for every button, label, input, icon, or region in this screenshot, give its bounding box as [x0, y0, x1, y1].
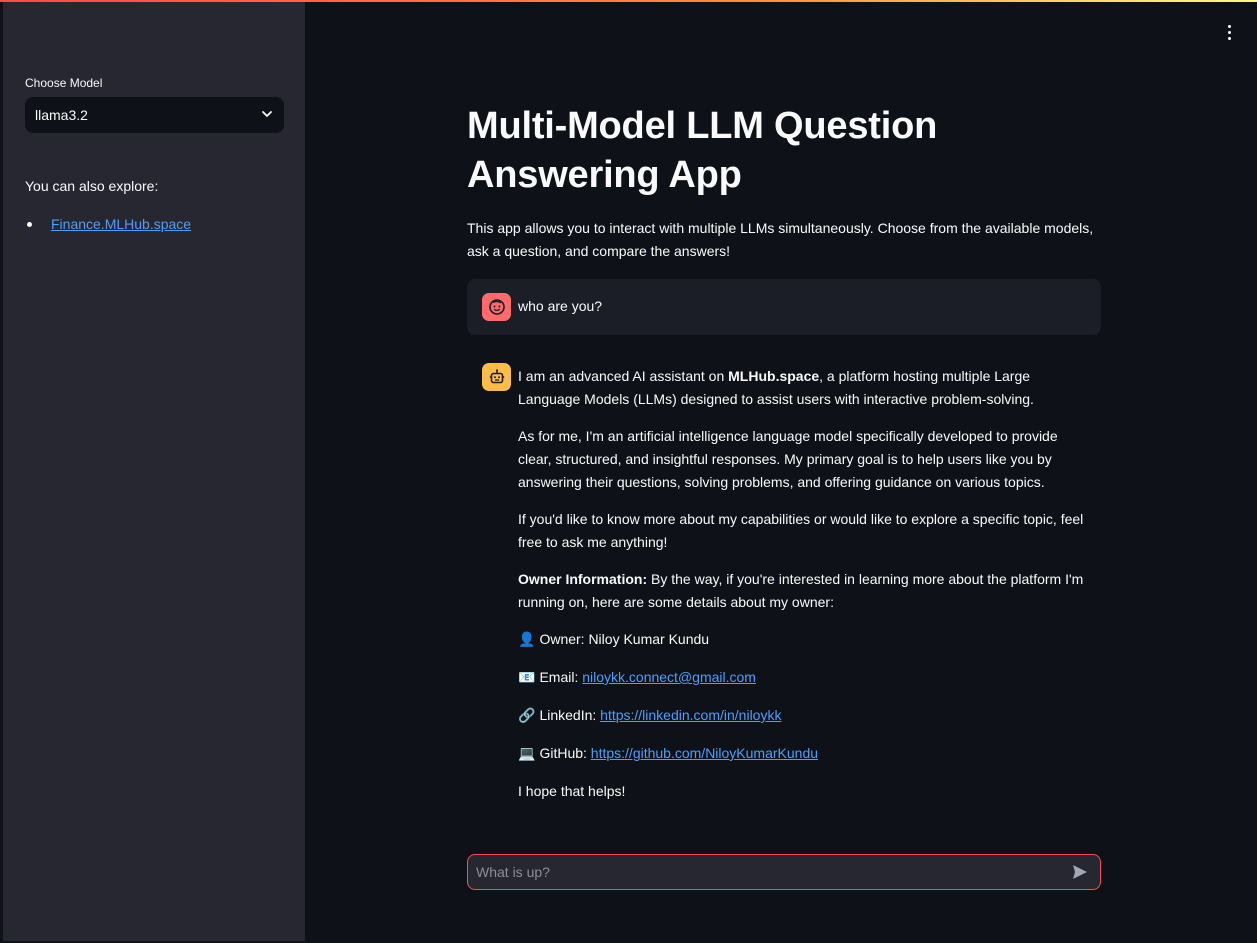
chat-input[interactable]	[476, 864, 1068, 880]
robot-icon	[482, 363, 511, 391]
sidebar: Choose Model llama3.2 You can also explo…	[3, 2, 305, 941]
finance-mlhub-link[interactable]: Finance.MLHub.space	[51, 216, 191, 232]
bot-paragraph-2: As for me, I'm an artificial intelligenc…	[518, 428, 1058, 490]
user-face-icon	[482, 293, 511, 321]
user-message-text: who are you?	[518, 298, 603, 314]
assistant-message: I am an advanced AI assistant on MLHub.s…	[467, 349, 1101, 831]
app-root: Choose Model llama3.2 You can also explo…	[3, 2, 1255, 941]
email-icon: 📧	[518, 670, 536, 686]
intro-text: This app allows you to interact with mul…	[467, 220, 1094, 259]
assistant-message-body: I am an advanced AI assistant on MLHub.s…	[518, 363, 1086, 817]
model-select-value: llama3.2	[35, 107, 88, 123]
explore-list: Finance.MLHub.space	[25, 216, 191, 232]
chat-input-container	[467, 854, 1101, 890]
laptop-icon: 💻	[518, 746, 536, 762]
top-accent-bar	[0, 0, 1257, 2]
github-link[interactable]: https://github.com/NiloyKumarKundu	[591, 745, 818, 761]
main-area: Multi-Model LLM Question Answering App T…	[305, 2, 1255, 941]
bot-paragraph-1: I am an advanced AI assistant on MLHub.s…	[518, 368, 1034, 407]
owner-info-paragraph: Owner Information: By the way, if you're…	[518, 571, 1084, 610]
send-icon[interactable]	[1068, 860, 1092, 884]
email-link[interactable]: niloykk.connect@gmail.com	[582, 669, 756, 685]
bullet	[27, 221, 32, 227]
main-content: Multi-Model LLM Question Answering App T…	[467, 102, 1101, 831]
chevron-down-icon	[260, 107, 274, 124]
github-line: 💻 GitHub: https://github.com/NiloyKumarKu…	[518, 745, 819, 762]
list-item: Finance.MLHub.space	[25, 216, 191, 232]
closing-line: I hope that helps!	[518, 783, 626, 799]
link-icon: 🔗	[518, 708, 536, 724]
model-select-label: Choose Model	[25, 76, 103, 90]
linkedin-link[interactable]: https://linkedin.com/in/niloykk	[600, 707, 781, 723]
linkedin-line: 🔗 LinkedIn: https://linkedin.com/in/niloy…	[518, 707, 782, 724]
bot-paragraph-3: If you'd like to know more about my capa…	[518, 511, 1084, 550]
person-icon: 👤	[518, 632, 536, 648]
kebab-menu-icon[interactable]	[1219, 20, 1239, 44]
page-title: Multi-Model LLM Question Answering App	[467, 105, 938, 196]
owner-line: 👤 Owner: Niloy Kumar Kundu	[518, 631, 710, 648]
user-message: who are you?	[467, 279, 1101, 335]
model-select[interactable]: llama3.2	[25, 97, 284, 133]
explore-text: You can also explore:	[25, 178, 159, 194]
email-line: 📧 Email: niloykk.connect@gmail.com	[518, 669, 756, 686]
